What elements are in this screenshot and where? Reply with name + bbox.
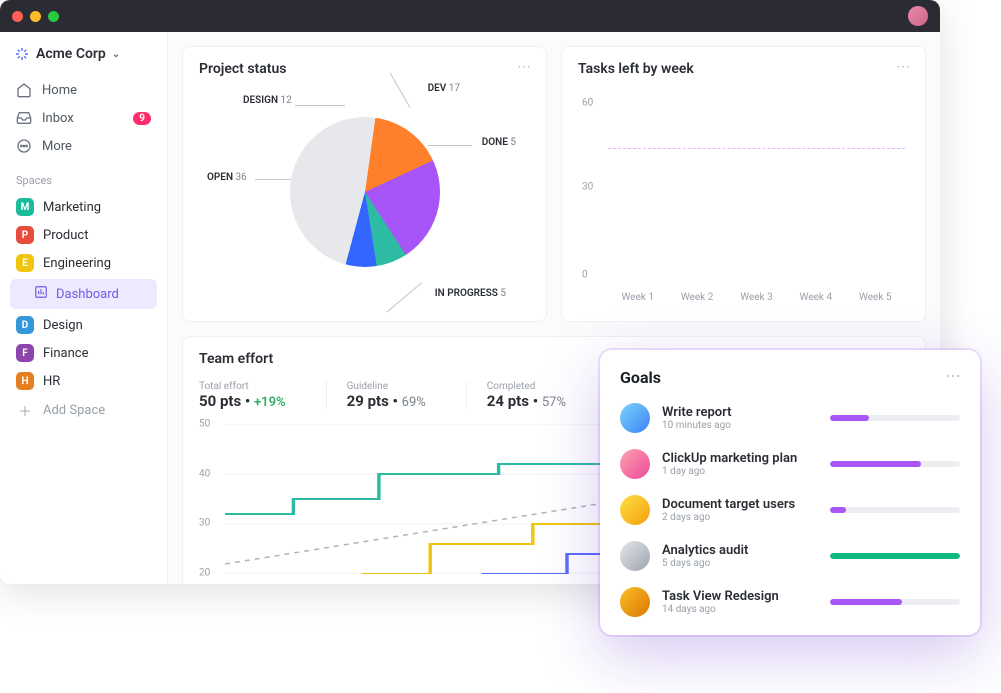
inbox-badge: 9 [133,112,151,125]
plus-icon: ＋ [16,401,34,420]
goal-row[interactable]: Task View Redesign 14 days ago [620,587,960,617]
goal-row[interactable]: Document target users 2 days ago [620,495,960,525]
pie-graphic [290,117,440,267]
goal-progress [830,461,960,467]
goal-avatar [620,541,650,571]
workspace-name: Acme Corp [36,46,106,62]
sidebar-space-item[interactable]: E Engineering [10,249,157,277]
close-icon[interactable] [12,11,23,22]
sidebar-space-item[interactable]: D Design [10,311,157,339]
card-title: Tasks left by week [578,61,909,77]
bar-chart: 0 30 60 Week 1Week 2Week 3Week 4Week 5 [578,77,909,307]
space-label: Marketing [43,200,101,215]
dashboard-icon [34,285,48,303]
spaces-heading: Spaces [16,174,157,187]
x-label: Week 1 [621,292,654,303]
nav-home[interactable]: Home [10,76,157,104]
goal-time: 2 days ago [662,512,818,523]
nav-label: Inbox [42,111,74,126]
nav-label: Home [42,83,77,98]
goal-time: 14 days ago [662,604,818,615]
more-icon [16,138,32,154]
goal-info: Task View Redesign 14 days ago [662,589,818,615]
project-status-card: Project status ⋯ DESIGN 12 OPEN 36 DEV 1… [182,46,547,322]
maximize-icon[interactable] [48,11,59,22]
titlebar [0,0,940,32]
space-chip-icon: E [16,254,34,272]
goals-card: Goals ⋯ Write report 10 minutes ago Clic… [600,350,980,635]
goal-title: Write report [662,405,818,420]
add-space-label: Add Space [43,403,105,418]
nav-label: More [42,139,72,154]
space-chip-icon: M [16,198,34,216]
minimize-icon[interactable] [30,11,41,22]
goal-info: Analytics audit 5 days ago [662,543,818,569]
goal-progress [830,553,960,559]
goal-title: Task View Redesign [662,589,818,604]
goal-info: Write report 10 minutes ago [662,405,818,431]
goal-avatar [620,449,650,479]
goal-progress [830,415,960,421]
x-label: Week 5 [859,292,892,303]
goal-title: Document target users [662,497,818,512]
space-chip-icon: P [16,226,34,244]
sidebar-item-label: Dashboard [56,287,119,302]
sidebar-space-item[interactable]: P Product [10,221,157,249]
metric-completed: Completed 24 pts • 57% [466,381,566,410]
card-more-button[interactable]: ⋯ [517,59,532,75]
goal-title: Analytics audit [662,543,818,558]
goal-time: 1 day ago [662,466,818,477]
x-label: Week 2 [681,292,714,303]
workspace-logo-icon [14,46,30,62]
goal-progress [830,507,960,513]
space-chip-icon: H [16,372,34,390]
space-label: Finance [43,346,88,361]
nav-inbox[interactable]: Inbox 9 [10,104,157,132]
sidebar-space-item[interactable]: H HR [10,367,157,395]
inbox-icon [16,110,32,126]
metric-guideline: Guideline 29 pts • 69% [326,381,426,410]
traffic-lights [12,11,59,22]
x-label: Week 4 [800,292,833,303]
space-label: HR [43,374,60,389]
card-more-button[interactable]: ⋯ [896,59,911,75]
goal-info: ClickUp marketing plan 1 day ago [662,451,818,477]
space-chip-icon: F [16,344,34,362]
x-label: Week 3 [740,292,773,303]
chevron-down-icon: ⌄ [112,49,120,60]
card-title: Project status [199,61,530,77]
goal-avatar [620,403,650,433]
pie-chart: DESIGN 12 OPEN 36 DEV 17 DONE 5 IN PROGR… [199,77,530,307]
goal-row[interactable]: Analytics audit 5 days ago [620,541,960,571]
workspace-picker[interactable]: Acme Corp ⌄ [10,46,157,62]
space-chip-icon: D [16,316,34,334]
home-icon [16,82,32,98]
space-label: Design [43,318,83,333]
card-more-button[interactable]: ⋯ [945,366,962,385]
sidebar-space-item[interactable]: M Marketing [10,193,157,221]
goal-avatar [620,495,650,525]
add-space-button[interactable]: ＋ Add Space [10,395,157,426]
sidebar: Acme Corp ⌄ Home Inbox 9 More Spaces M Ma… [0,32,168,584]
space-label: Product [43,228,88,243]
goal-avatar [620,587,650,617]
user-avatar[interactable] [908,6,928,26]
goals-title: Goals [620,368,960,387]
space-label: Engineering [43,256,111,271]
sidebar-space-item[interactable]: F Finance [10,339,157,367]
goal-row[interactable]: ClickUp marketing plan 1 day ago [620,449,960,479]
goal-time: 5 days ago [662,558,818,569]
tasks-left-card: Tasks left by week ⋯ 0 30 60 Week 1Week … [561,46,926,322]
goal-row[interactable]: Write report 10 minutes ago [620,403,960,433]
goal-info: Document target users 2 days ago [662,497,818,523]
metric-total: Total effort 50 pts • +19% [199,381,286,410]
sidebar-item-dashboard[interactable]: Dashboard [10,279,157,309]
nav-more[interactable]: More [10,132,157,160]
goal-time: 10 minutes ago [662,420,818,431]
goal-title: ClickUp marketing plan [662,451,818,466]
goal-progress [830,599,960,605]
